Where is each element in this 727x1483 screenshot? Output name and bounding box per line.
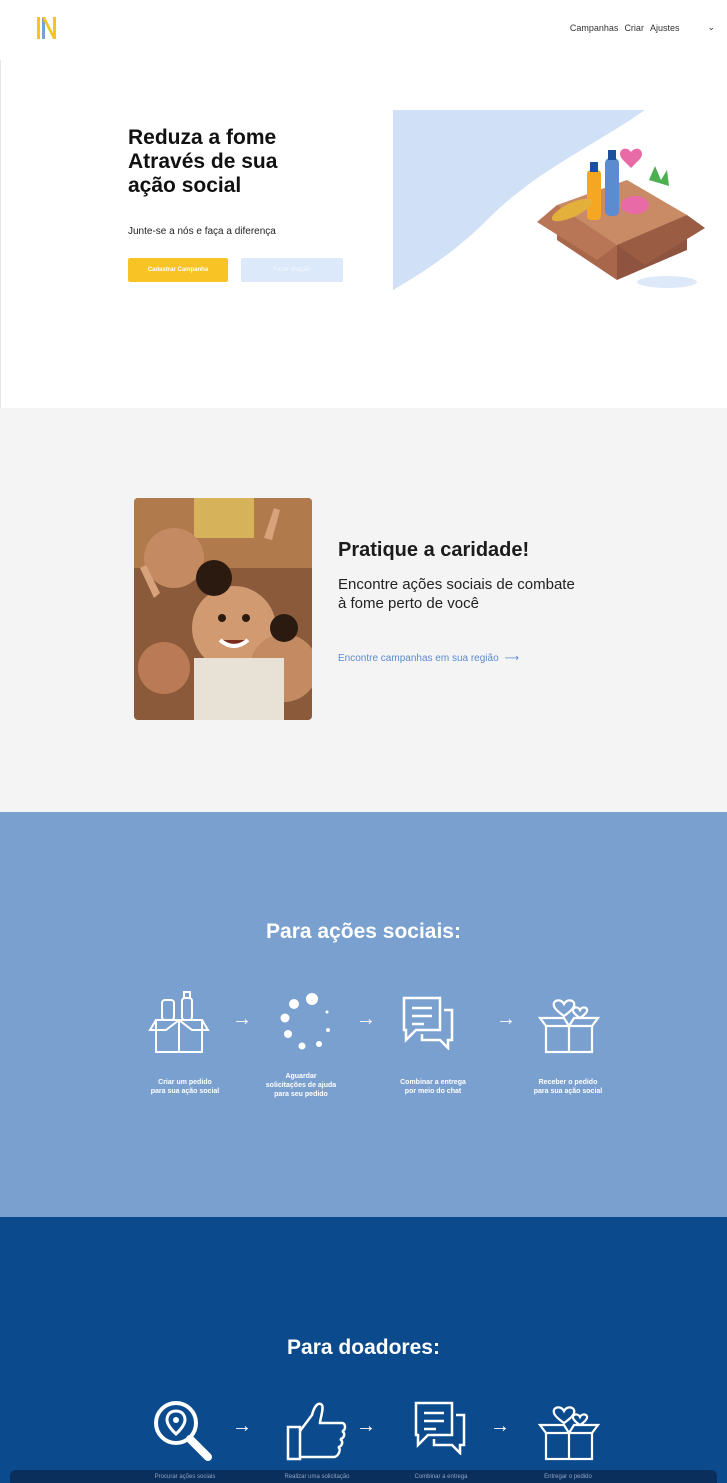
hero-section: Reduza a fome Através de sua ação social… bbox=[0, 60, 727, 408]
grocery-box-icon bbox=[148, 991, 210, 1053]
logo-icon[interactable] bbox=[34, 14, 62, 42]
donor-steps-section: Para doadores: → → → bbox=[0, 1217, 727, 1483]
thumbs-up-icon bbox=[286, 1402, 347, 1461]
arrow-right-icon: → bbox=[356, 1415, 376, 1437]
donor-steps-title: Para doadores: bbox=[287, 1336, 440, 1359]
arrow-right-icon: → bbox=[490, 1415, 510, 1437]
loading-dots-icon bbox=[280, 993, 330, 1050]
chat-icon bbox=[414, 1401, 466, 1455]
hero-subtitle: Junte-se a nós e faça a diferença bbox=[128, 226, 276, 237]
social-steps-section: Para ações sociais: → → → Criar um pedid… bbox=[0, 812, 727, 1217]
social-step-label: Combinar a entrega por meio do chat bbox=[400, 1079, 466, 1095]
location-search-icon bbox=[154, 1401, 212, 1461]
food-donation-box-icon bbox=[393, 110, 705, 290]
arrow-right-icon: ⟶ bbox=[504, 653, 519, 664]
arrow-right-icon: → bbox=[232, 1415, 252, 1437]
chevron-down-icon[interactable]: ⌄ bbox=[707, 22, 715, 33]
charity-text: Encontre ações sociais de combate à fome… bbox=[338, 576, 575, 612]
nav-item-campanhas[interactable]: Campanhas bbox=[570, 23, 619, 33]
page: Campanhas Criar Ajustes ⌄ Reduza a fome … bbox=[0, 0, 727, 1483]
charity-title: Pratique a caridade! bbox=[338, 539, 530, 561]
social-step-label: Aguardar solicitações de ajuda para seu … bbox=[265, 1073, 337, 1098]
social-step-label: Criar um pedido para sua ação social bbox=[150, 1079, 220, 1095]
register-campaign-button[interactable]: Cadastrar Campanha bbox=[128, 258, 228, 282]
gift-hearts-icon bbox=[537, 1406, 601, 1461]
donor-step-label: Entregar o pedido bbox=[544, 1474, 592, 1480]
gift-hearts-icon bbox=[537, 999, 601, 1054]
nav-item-ajustes[interactable]: Ajustes bbox=[650, 23, 680, 33]
hero-title: Reduza a fome Através de sua ação social bbox=[128, 126, 278, 197]
nav-item-criar[interactable]: Criar bbox=[624, 23, 644, 33]
main-nav: Campanhas Criar Ajustes ⌄ bbox=[570, 22, 715, 33]
donor-step-label: Procurar ações sociais bbox=[154, 1474, 216, 1480]
arrow-right-icon: → bbox=[496, 1008, 516, 1030]
charity-section: Pratique a caridade! Encontre ações soci… bbox=[0, 408, 727, 812]
arrow-right-icon: → bbox=[356, 1008, 376, 1030]
donor-step-label: Realizar uma solicitação bbox=[284, 1474, 350, 1480]
social-steps-title: Para ações sociais: bbox=[266, 920, 461, 943]
header: Campanhas Criar Ajustes ⌄ bbox=[0, 0, 727, 60]
social-step-label: Receber o pedido para sua ação social bbox=[533, 1079, 603, 1095]
donate-button[interactable]: Fazer doação bbox=[241, 258, 343, 282]
find-campaigns-link[interactable]: Encontre campanhas em sua região ⟶ bbox=[338, 653, 519, 664]
children-photo bbox=[134, 498, 312, 720]
donor-step-label: Combinar a entrega bbox=[414, 1474, 468, 1480]
arrow-right-icon: → bbox=[232, 1008, 252, 1030]
chat-icon bbox=[402, 996, 454, 1050]
find-campaigns-link-label: Encontre campanhas em sua região bbox=[338, 653, 499, 664]
